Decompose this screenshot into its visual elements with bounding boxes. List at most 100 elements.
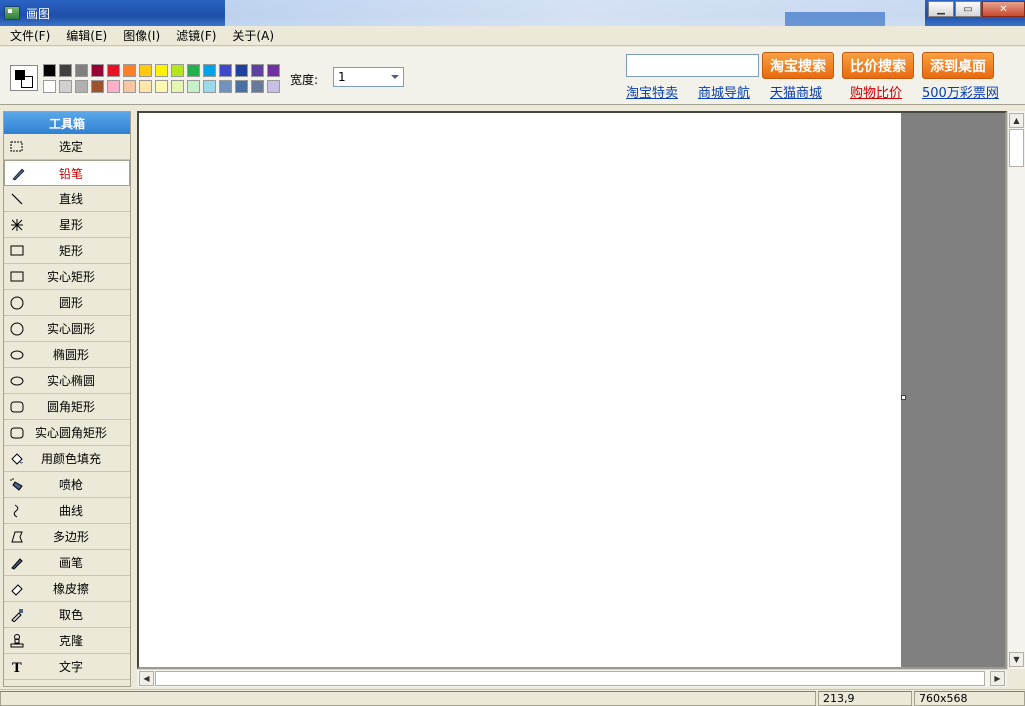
add-to-desktop-button[interactable]: 添到桌面: [922, 52, 994, 79]
color-swatch[interactable]: [59, 64, 72, 77]
minimize-button[interactable]: ▁: [928, 1, 954, 17]
link-shopping-compare[interactable]: 购物比价: [850, 82, 902, 101]
text-icon: T: [10, 660, 24, 676]
color-swatch[interactable]: [251, 64, 264, 77]
color-swatch[interactable]: [235, 80, 248, 93]
color-swatch[interactable]: [43, 80, 56, 93]
tool-eraser[interactable]: 橡皮擦: [4, 576, 130, 602]
tool-filled-rounded-rectangle[interactable]: 实心圆角矩形: [4, 420, 130, 446]
menu-edit[interactable]: 编辑(E): [56, 27, 113, 44]
menu-about[interactable]: 关于(A): [222, 27, 280, 44]
menu-file[interactable]: 文件(F): [0, 27, 56, 44]
tool-filled-rectangle[interactable]: 实心矩形: [4, 264, 130, 290]
width-select[interactable]: 1: [333, 67, 404, 87]
tool-list: 选定 铅笔 直线 星形 矩形 实心矩形 圆形 实心圆形 椭圆形 实心椭圆 圆角矩形 实心圆角矩形 用颜色…: [4, 134, 130, 687]
menu-filter[interactable]: 滤镜(F): [166, 27, 222, 44]
tool-select[interactable]: 选定: [4, 134, 130, 160]
color-swatch[interactable]: [219, 64, 232, 77]
select-rect-icon: [10, 140, 24, 154]
link-mall-nav[interactable]: 商城导航: [698, 82, 750, 101]
tool-line[interactable]: 直线: [4, 186, 130, 212]
link-tmall[interactable]: 天猫商城: [770, 82, 822, 101]
tool-curve[interactable]: 曲线: [4, 498, 130, 524]
tool-airbrush[interactable]: 喷枪: [4, 472, 130, 498]
tool-star[interactable]: 星形: [4, 212, 130, 238]
taobao-search-button[interactable]: 淘宝搜索: [762, 52, 834, 79]
tool-polygon[interactable]: 多边形: [4, 524, 130, 550]
scroll-left-icon[interactable]: ◀: [139, 671, 154, 686]
tool-fill[interactable]: 用颜色填充: [4, 446, 130, 472]
color-swatch[interactable]: [203, 64, 216, 77]
maximize-button[interactable]: ▭: [955, 1, 981, 17]
scroll-up-icon[interactable]: ▲: [1009, 113, 1024, 128]
color-swatch[interactable]: [203, 80, 216, 93]
color-swatch[interactable]: [187, 64, 200, 77]
tool-rectangle[interactable]: 矩形: [4, 238, 130, 264]
tool-text[interactable]: T 文字: [4, 654, 130, 680]
paint-app-icon: [4, 6, 20, 20]
ellipse-icon: [10, 348, 24, 362]
curve-icon: [10, 504, 24, 518]
rectangle-icon: [10, 270, 24, 284]
color-swatch[interactable]: [155, 80, 168, 93]
toolbox: 工具箱 选定 铅笔 直线 星形 矩形 实心矩形 圆形 实心圆形 椭圆形 实心椭圆 圆角矩形 实心圆角矩…: [3, 111, 131, 687]
search-input[interactable]: [626, 54, 759, 77]
cursor-position: 213,9: [818, 691, 912, 706]
link-lottery[interactable]: 500万彩票网: [922, 82, 999, 101]
color-swatch[interactable]: [139, 64, 152, 77]
color-swatch[interactable]: [171, 64, 184, 77]
tool-rounded-rectangle[interactable]: 圆角矩形: [4, 394, 130, 420]
scroll-right-icon[interactable]: ▶: [990, 671, 1005, 686]
tool-color-picker[interactable]: 取色: [4, 602, 130, 628]
color-swatch[interactable]: [107, 80, 120, 93]
color-swatch[interactable]: [155, 64, 168, 77]
color-swatch[interactable]: [123, 80, 136, 93]
color-swatch[interactable]: [139, 80, 152, 93]
toolbar: 宽度: 1 淘宝搜索 比价搜索 添到桌面 淘宝特卖 商城导航 天猫商城 购物比价…: [0, 47, 1025, 105]
pencil-icon: [11, 167, 25, 181]
color-swatch[interactable]: [91, 80, 104, 93]
airbrush-icon: [10, 478, 24, 492]
foreground-color[interactable]: [15, 70, 25, 80]
scroll-down-icon[interactable]: ▼: [1009, 652, 1024, 667]
brush-icon: [10, 556, 24, 570]
horizontal-scrollbar[interactable]: ◀ ▶: [137, 669, 1007, 687]
vertical-scrollbar[interactable]: ▲ ▼: [1007, 111, 1025, 669]
rounded-rect-icon: [10, 426, 24, 440]
color-swatch[interactable]: [171, 80, 184, 93]
color-swatch[interactable]: [91, 64, 104, 77]
line-icon: [10, 192, 24, 206]
color-swatch[interactable]: [267, 64, 280, 77]
resize-handle-right[interactable]: [901, 395, 906, 400]
vertical-scroll-thumb[interactable]: [1009, 129, 1024, 167]
current-colors[interactable]: [10, 65, 38, 91]
gradient-icon: [10, 686, 24, 687]
link-taobao-sale[interactable]: 淘宝特卖: [626, 82, 678, 101]
color-swatch[interactable]: [43, 64, 56, 77]
menu-image[interactable]: 图像(I): [113, 27, 166, 44]
horizontal-scroll-thumb[interactable]: [155, 671, 985, 686]
color-swatch[interactable]: [75, 80, 88, 93]
drawing-canvas[interactable]: [139, 113, 901, 667]
color-swatch[interactable]: [107, 64, 120, 77]
image-size: 760x568: [914, 691, 1025, 706]
color-swatch[interactable]: [235, 64, 248, 77]
color-swatch[interactable]: [219, 80, 232, 93]
color-swatch[interactable]: [75, 64, 88, 77]
color-swatch[interactable]: [123, 64, 136, 77]
tool-ellipse[interactable]: 椭圆形: [4, 342, 130, 368]
tool-filled-ellipse[interactable]: 实心椭圆: [4, 368, 130, 394]
width-label: 宽度:: [290, 73, 319, 87]
tool-filled-circle[interactable]: 实心圆形: [4, 316, 130, 342]
color-swatch[interactable]: [251, 80, 264, 93]
tool-clone[interactable]: 克隆: [4, 628, 130, 654]
color-swatch[interactable]: [187, 80, 200, 93]
tool-brush[interactable]: 画笔: [4, 550, 130, 576]
close-button[interactable]: ✕: [982, 1, 1025, 17]
tool-circle[interactable]: 圆形: [4, 290, 130, 316]
tool-gradient[interactable]: 渐变: [4, 680, 130, 687]
price-compare-button[interactable]: 比价搜索: [842, 52, 914, 79]
color-swatch[interactable]: [59, 80, 72, 93]
color-swatch[interactable]: [267, 80, 280, 93]
tool-pencil[interactable]: 铅笔: [4, 160, 130, 186]
